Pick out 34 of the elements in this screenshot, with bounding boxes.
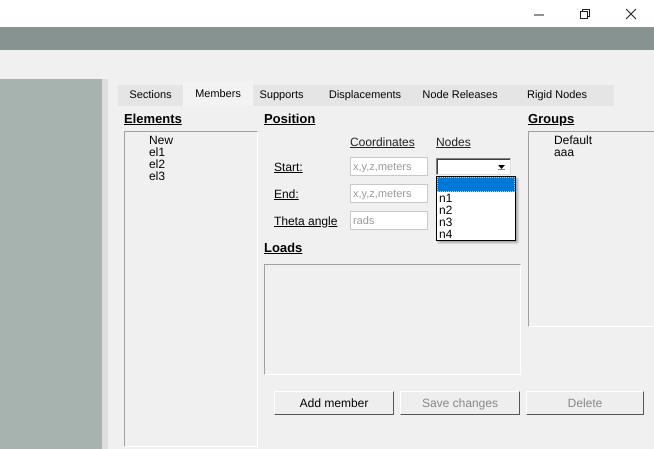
- dropdown-option[interactable]: n2: [437, 204, 515, 216]
- section-heading: Position: [264, 110, 316, 128]
- tab[interactable]: Node Releases: [420, 85, 500, 106]
- section-heading: Elements: [124, 110, 183, 128]
- tab[interactable]: Sections: [118, 85, 183, 106]
- list-item[interactable]: Default: [554, 134, 592, 146]
- input-field[interactable]: x,y,z,meters: [350, 184, 428, 203]
- caret-icon: [497, 164, 506, 170]
- field-label: End:: [274, 186, 300, 200]
- section-heading: Groups: [528, 110, 576, 128]
- elements-list[interactable]: New el1 el2 el3: [124, 131, 258, 447]
- dropdown-option[interactable]: n4: [437, 228, 515, 240]
- column-header: Coordinates: [350, 135, 416, 149]
- input-field[interactable]: x,y,z,meters: [350, 157, 428, 176]
- close-icon[interactable]: [625, 8, 637, 20]
- column-header: Nodes: [436, 135, 472, 149]
- dropdown-option[interactable]: n1: [437, 192, 515, 204]
- action-button[interactable]: Add member: [274, 391, 394, 415]
- tab[interactable]: Rigid Nodes: [500, 85, 614, 106]
- dropdown-option[interactable]: n3: [437, 216, 515, 228]
- list-item[interactable]: el1: [149, 146, 166, 158]
- input-field[interactable]: rads: [350, 211, 428, 230]
- highlighted-option[interactable]: [437, 177, 515, 192]
- list-item[interactable]: el3: [149, 170, 166, 182]
- list-item[interactable]: aaa: [554, 146, 574, 158]
- groups-list[interactable]: Default aaa: [528, 131, 654, 327]
- list-item[interactable]: New: [149, 134, 174, 146]
- list-item[interactable]: el2: [149, 158, 166, 170]
- section-heading: Loads: [264, 239, 304, 257]
- tab[interactable]: Supports: [253, 85, 310, 106]
- restore-icon[interactable]: [579, 8, 591, 20]
- tab[interactable]: Displacements: [310, 85, 420, 106]
- field-label: Theta angle: [274, 214, 338, 228]
- field-label: Start:: [274, 160, 304, 174]
